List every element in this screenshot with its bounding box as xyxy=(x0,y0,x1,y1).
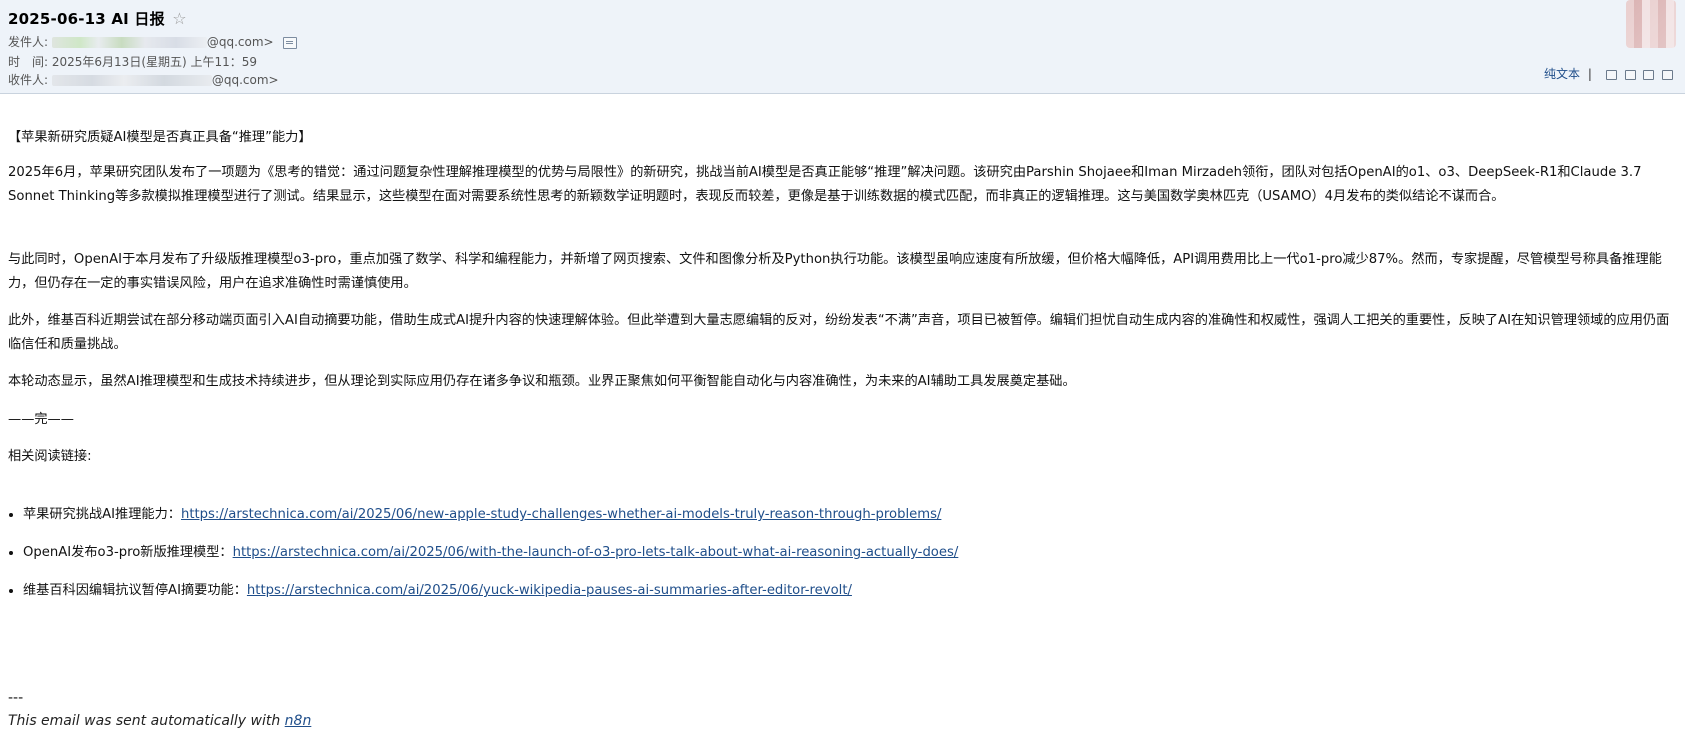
related-links-list: 苹果研究挑战AI推理能力：https://arstechnica.com/ai/… xyxy=(8,503,958,617)
avatar[interactable] xyxy=(1626,0,1676,48)
article-link[interactable]: https://arstechnica.com/ai/2025/06/new-a… xyxy=(181,507,941,522)
sender-address[interactable]: @qq.com> xyxy=(207,35,274,49)
sender-redacted xyxy=(51,37,207,48)
contact-card-icon[interactable] xyxy=(283,36,298,49)
subject-text: 2025-06-13 AI 日报 xyxy=(8,10,165,28)
print-icon[interactable] xyxy=(1662,69,1674,80)
list-item: 维基百科因编辑抗议暂停AI摘要功能：https://arstechnica.co… xyxy=(23,579,958,617)
link-label: 维基百科因编辑抗议暂停AI摘要功能： xyxy=(23,583,247,598)
time-label: 时 间: xyxy=(8,55,49,69)
signature-text: This email was sent automatically with xyxy=(8,713,285,729)
sender-row: 发件人: @qq.com> xyxy=(8,33,298,50)
article-link[interactable]: https://arstechnica.com/ai/2025/06/yuck-… xyxy=(247,583,852,598)
list-item: OpenAI发布o3-pro新版推理模型：https://arstechnica… xyxy=(23,541,958,579)
new-window-icon[interactable] xyxy=(1643,69,1655,80)
recipient-label: 收件人: xyxy=(8,73,49,87)
n8n-link[interactable]: n8n xyxy=(285,713,312,729)
paragraph: 2025年6月，苹果研究团队发布了一项题为《思考的错觉：通过问题复杂性理解推理模… xyxy=(8,165,1642,204)
toolbar-separator: | xyxy=(1587,67,1592,81)
related-links-label: 相关阅读链接: xyxy=(8,449,92,464)
news-headline: 【苹果新研究质疑AI模型是否真正具备“推理”能力】 xyxy=(8,130,312,145)
window-icon[interactable] xyxy=(1605,69,1617,80)
signature: This email was sent automatically with n… xyxy=(8,710,311,734)
time-value: 2025年6月13日(星期五) 上午11：59 xyxy=(51,55,258,69)
signature-separator: --- xyxy=(8,690,24,706)
star-icon[interactable]: ☆ xyxy=(172,9,187,28)
copy-icon[interactable] xyxy=(1624,69,1636,80)
email-header: 2025-06-13 AI 日报 ☆ 发件人: @qq.com> 时 间: 20… xyxy=(0,0,1685,94)
list-item: 苹果研究挑战AI推理能力：https://arstechnica.com/ai/… xyxy=(23,503,958,541)
link-label: OpenAI发布o3-pro新版推理模型： xyxy=(23,545,233,560)
paragraph: 此外，维基百科近期尝试在部分移动端页面引入AI自动摘要功能，借助生成式AI提升内… xyxy=(8,313,1670,352)
time-row: 时 间: 2025年6月13日(星期五) 上午11：59 xyxy=(8,53,257,70)
email-toolbar: 纯文本 | ∨ xyxy=(1544,65,1685,82)
link-label: 苹果研究挑战AI推理能力： xyxy=(23,507,181,522)
end-mark: ——完—— xyxy=(8,412,74,427)
article-link[interactable]: https://arstechnica.com/ai/2025/06/with-… xyxy=(233,545,959,560)
sender-label: 发件人: xyxy=(8,35,49,49)
recipient-redacted xyxy=(51,75,212,86)
recipient-address[interactable]: @qq.com> xyxy=(212,73,279,87)
plain-text-link[interactable]: 纯文本 xyxy=(1544,67,1580,81)
recipient-row: 收件人: @qq.com> xyxy=(8,71,279,88)
paragraph: 与此同时，OpenAI于本月发布了升级版推理模型o3-pro，重点加强了数学、科… xyxy=(8,252,1662,291)
paragraph: 本轮动态显示，虽然AI推理模型和生成技术持续进步，但从理论到实际应用仍存在诸多争… xyxy=(8,374,1076,389)
email-subject: 2025-06-13 AI 日报 ☆ xyxy=(8,8,187,29)
